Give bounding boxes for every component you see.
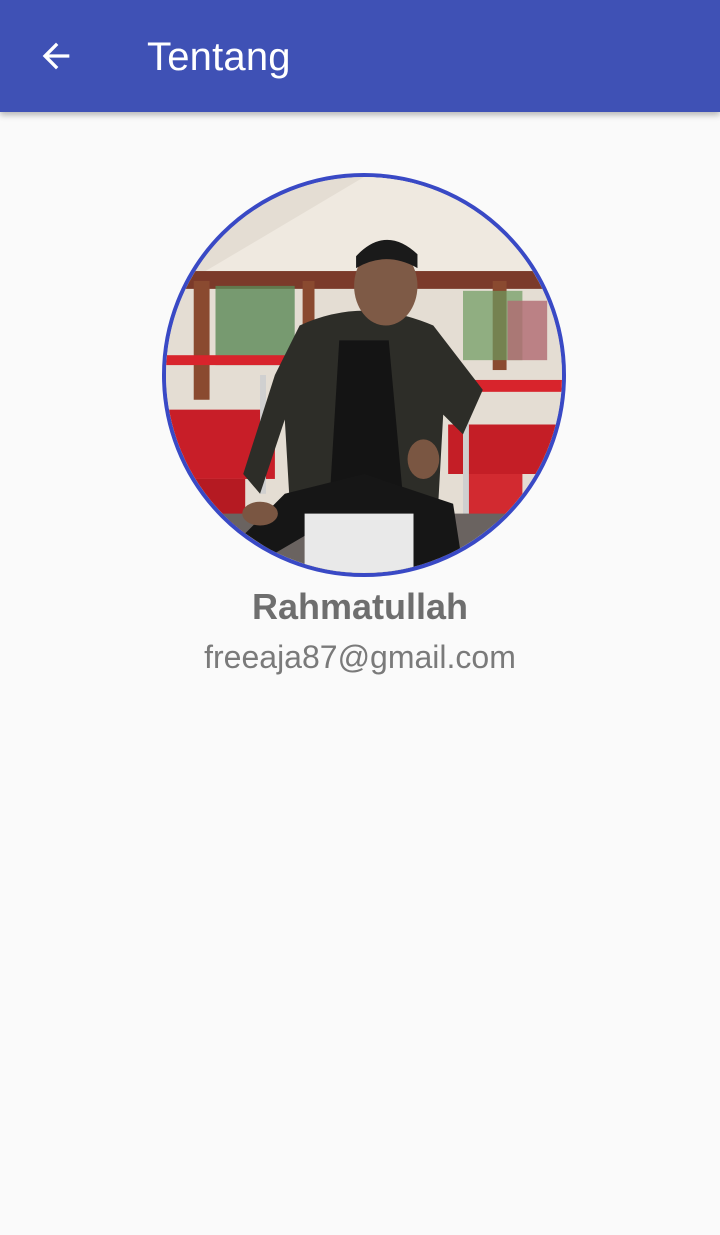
app-bar: Tentang [0, 0, 720, 112]
avatar [162, 173, 566, 577]
profile-name: Rahmatullah [251, 586, 469, 627]
about-screen: Tentang Rahmatullah freeaja87@gmail.com [0, 0, 720, 1235]
profile-photo [166, 177, 562, 573]
back-button[interactable] [22, 22, 90, 90]
arrow-left-icon [42, 42, 70, 70]
page-title: Tentang [147, 35, 291, 79]
profile-email: freeaja87@gmail.com [204, 639, 516, 675]
